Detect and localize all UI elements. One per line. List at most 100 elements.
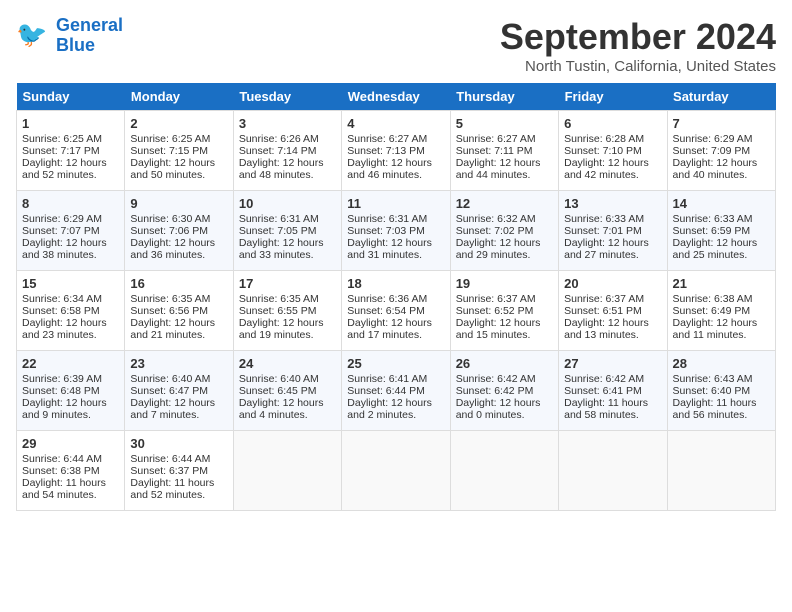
header-friday: Friday [559,83,667,111]
calendar-cell: 2Sunrise: 6:25 AMSunset: 7:15 PMDaylight… [125,111,233,191]
daylight-text: Daylight: 12 hours and 44 minutes. [456,157,541,181]
sunrise-text: Sunrise: 6:31 AM [239,213,319,225]
daylight-text: Daylight: 12 hours and 36 minutes. [130,237,215,261]
sunset-text: Sunset: 6:49 PM [673,305,751,317]
day-number: 27 [564,356,661,371]
sunset-text: Sunset: 6:56 PM [130,305,208,317]
calendar-cell: 28Sunrise: 6:43 AMSunset: 6:40 PMDayligh… [667,351,775,431]
daylight-text: Daylight: 12 hours and 25 minutes. [673,237,758,261]
calendar-cell: 8Sunrise: 6:29 AMSunset: 7:07 PMDaylight… [17,191,125,271]
daylight-text: Daylight: 12 hours and 52 minutes. [22,157,107,181]
daylight-text: Daylight: 11 hours and 56 minutes. [673,397,757,421]
daylight-text: Daylight: 12 hours and 2 minutes. [347,397,432,421]
calendar-cell: 14Sunrise: 6:33 AMSunset: 6:59 PMDayligh… [667,191,775,271]
calendar-cell: 25Sunrise: 6:41 AMSunset: 6:44 PMDayligh… [342,351,450,431]
sunset-text: Sunset: 6:58 PM [22,305,100,317]
daylight-text: Daylight: 12 hours and 27 minutes. [564,237,649,261]
sunrise-text: Sunrise: 6:32 AM [456,213,536,225]
header-saturday: Saturday [667,83,775,111]
calendar-cell: 6Sunrise: 6:28 AMSunset: 7:10 PMDaylight… [559,111,667,191]
sunset-text: Sunset: 6:48 PM [22,385,100,397]
calendar-cell: 5 Sunrise: 6:27 AMSunset: 7:11 PMDaylight… [450,111,558,191]
daylight-text: Daylight: 12 hours and 19 minutes. [239,317,324,341]
sunset-text: Sunset: 7:14 PM [239,145,317,157]
daylight-text: Daylight: 12 hours and 7 minutes. [130,397,215,421]
header-sunday: Sunday [17,83,125,111]
day-number: 22 [22,356,119,371]
calendar-cell: 7Sunrise: 6:29 AMSunset: 7:09 PMDaylight… [667,111,775,191]
day-number: 3 [239,116,336,131]
sunset-text: Sunset: 6:54 PM [347,305,425,317]
sunrise-text: Sunrise: 6:26 AM [239,133,319,145]
calendar-cell: 23 Sunrise: 6:40 AMSunset: 6:47 PMDayligh… [125,351,233,431]
sunset-text: Sunset: 6:40 PM [673,385,751,397]
calendar-cell: 24Sunrise: 6:40 AMSunset: 6:45 PMDayligh… [233,351,341,431]
daylight-text: Daylight: 12 hours and 21 minutes. [130,317,215,341]
calendar-cell: 22Sunrise: 6:39 AMSunset: 6:48 PMDayligh… [17,351,125,431]
calendar-cell [233,431,341,511]
day-number: 29 [22,436,119,451]
daylight-text: Daylight: 12 hours and 23 minutes. [22,317,107,341]
daylight-text: Daylight: 12 hours and 33 minutes. [239,237,324,261]
sunrise-text: Sunrise: 6:34 AM [22,293,102,305]
day-number: 21 [673,276,770,291]
calendar-cell [342,431,450,511]
day-number: 19 [456,276,553,291]
logo-icon: 🐦 [16,18,52,54]
sunrise-text: Sunrise: 6:33 AM [673,213,753,225]
calendar-week-3: 15Sunrise: 6:34 AMSunset: 6:58 PMDayligh… [17,271,776,351]
day-number: 5 [456,116,553,131]
header-thursday: Thursday [450,83,558,111]
calendar-week-1: 1Sunrise: 6:25 AMSunset: 7:17 PMDaylight… [17,111,776,191]
calendar-cell: 20Sunrise: 6:37 AMSunset: 6:51 PMDayligh… [559,271,667,351]
sunset-text: Sunset: 6:51 PM [564,305,642,317]
header-wednesday: Wednesday [342,83,450,111]
header-monday: Monday [125,83,233,111]
calendar-cell: 15 Sunrise: 6:34 AMSunset: 6:58 PMDayligh… [17,271,125,351]
sunrise-text: Sunrise: 6:38 AM [673,293,753,305]
calendar-cell: 29Sunrise: 6:44 AMSunset: 6:38 PMDayligh… [17,431,125,511]
daylight-text: Daylight: 12 hours and 13 minutes. [564,317,649,341]
calendar-cell: 30Sunrise: 6:44 AMSunset: 6:37 PMDayligh… [125,431,233,511]
sunset-text: Sunset: 7:07 PM [22,225,100,237]
sunrise-text: Sunrise: 6:27 AM [456,133,536,145]
sunrise-text: Sunrise: 6:44 AM [22,453,102,465]
calendar-week-4: 22Sunrise: 6:39 AMSunset: 6:48 PMDayligh… [17,351,776,431]
calendar-cell: 4Sunrise: 6:27 AMSunset: 7:13 PMDaylight… [342,111,450,191]
calendar-table: SundayMondayTuesdayWednesdayThursdayFrid… [16,83,776,511]
calendar-cell: 13Sunrise: 6:33 AMSunset: 7:01 PMDayligh… [559,191,667,271]
sunrise-text: Sunrise: 6:40 AM [130,373,210,385]
day-number: 4 [347,116,444,131]
sunset-text: Sunset: 7:11 PM [456,145,533,157]
sunset-text: Sunset: 6:37 PM [130,465,208,477]
sunrise-text: Sunrise: 6:29 AM [673,133,753,145]
sunset-text: Sunset: 6:59 PM [673,225,751,237]
sunset-text: Sunset: 6:47 PM [130,385,208,397]
calendar-cell: 27Sunrise: 6:42 AMSunset: 6:41 PMDayligh… [559,351,667,431]
calendar-header-row: SundayMondayTuesdayWednesdayThursdayFrid… [17,83,776,111]
sunrise-text: Sunrise: 6:30 AM [130,213,210,225]
calendar-cell: 17Sunrise: 6:35 AMSunset: 6:55 PMDayligh… [233,271,341,351]
sunrise-text: Sunrise: 6:27 AM [347,133,427,145]
header-tuesday: Tuesday [233,83,341,111]
sunset-text: Sunset: 7:09 PM [673,145,751,157]
sunset-text: Sunset: 7:03 PM [347,225,425,237]
day-number: 15 [22,276,119,291]
daylight-text: Daylight: 11 hours and 52 minutes. [130,477,214,501]
day-number: 11 [347,196,444,211]
calendar-cell: 3Sunrise: 6:26 AMSunset: 7:14 PMDaylight… [233,111,341,191]
day-number: 23 [130,356,227,371]
sunset-text: Sunset: 7:02 PM [456,225,534,237]
header: 🐦 General Blue September 2024 North Tust… [16,16,776,75]
sunset-text: Sunset: 7:13 PM [347,145,425,157]
sunset-text: Sunset: 7:17 PM [22,145,100,157]
day-number: 2 [130,116,227,131]
day-number: 12 [456,196,553,211]
location: North Tustin, California, United States [500,58,776,75]
calendar-cell: 21Sunrise: 6:38 AMSunset: 6:49 PMDayligh… [667,271,775,351]
sunset-text: Sunset: 7:15 PM [130,145,208,157]
calendar-cell: 10Sunrise: 6:31 AMSunset: 7:05 PMDayligh… [233,191,341,271]
sunset-text: Sunset: 6:42 PM [456,385,534,397]
title-area: September 2024 North Tustin, California,… [500,16,776,75]
daylight-text: Daylight: 11 hours and 54 minutes. [22,477,106,501]
